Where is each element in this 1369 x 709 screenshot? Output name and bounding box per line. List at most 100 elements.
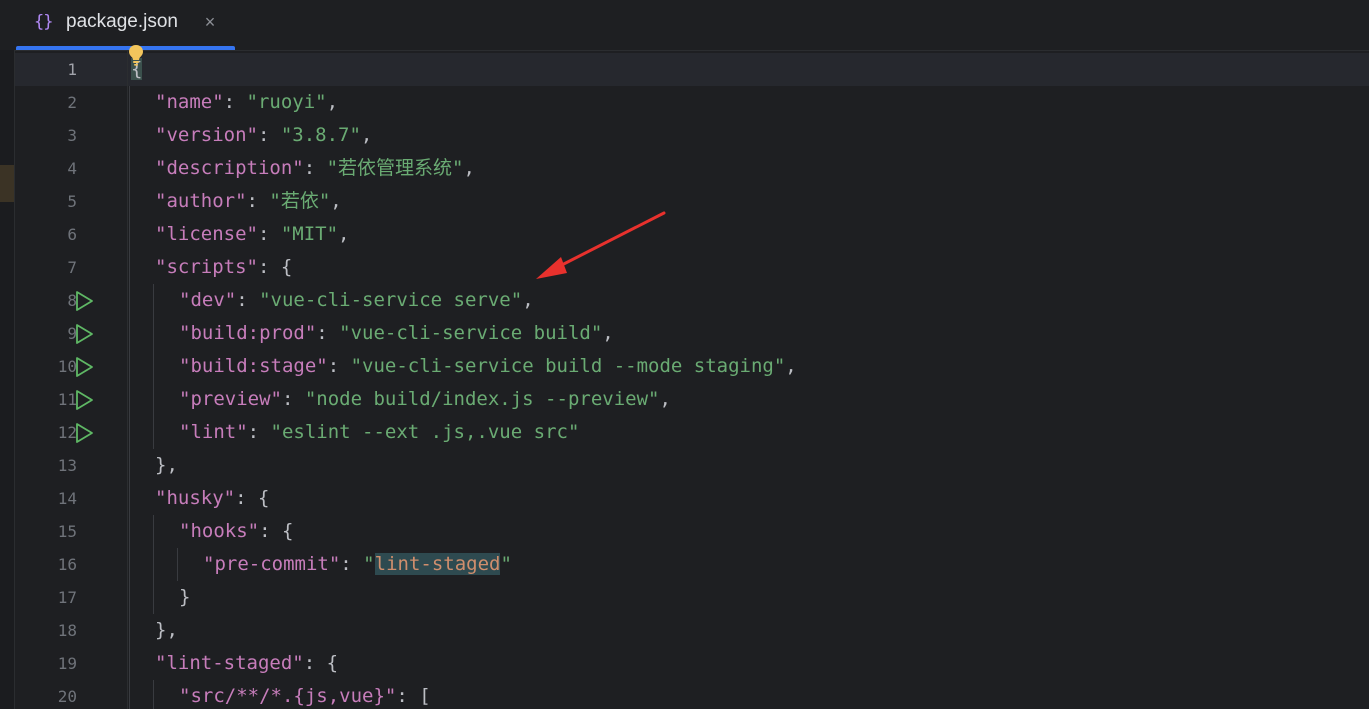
code-line[interactable]: 12 "lint": "eslint --ext .js,.vue src" <box>15 416 1369 449</box>
json-punctuation: : { <box>303 652 339 674</box>
json-punctuation: : <box>327 355 351 377</box>
code-text: "lint": "eslint --ext .js,.vue src" <box>179 416 579 449</box>
line-number: 16 <box>57 555 77 574</box>
line-number: 1 <box>67 60 77 79</box>
code-line[interactable]: 2 "name": "ruoyi", <box>15 86 1369 119</box>
json-string: "若依" <box>269 190 331 212</box>
json-string: "ruoyi" <box>246 91 327 113</box>
run-gutter-icon[interactable] <box>73 389 95 411</box>
line-number: 4 <box>67 159 77 178</box>
line-number: 20 <box>57 687 77 706</box>
json-punctuation: : <box>247 421 271 443</box>
json-punctuation: , <box>338 223 350 245</box>
json-string: " <box>500 553 512 575</box>
json-string: "node build/index.js --preview" <box>304 388 660 410</box>
json-string: "vue-cli-service serve" <box>259 289 523 311</box>
json-key: "build:prod" <box>179 322 317 344</box>
line-number: 10 <box>57 357 77 376</box>
code-line[interactable]: 8 "dev": "vue-cli-service serve", <box>15 284 1369 317</box>
code-text: "description": "若依管理系统", <box>155 152 475 185</box>
json-punctuation: : { <box>257 256 293 278</box>
code-line[interactable]: 3 "version": "3.8.7", <box>15 119 1369 152</box>
tab-title[interactable]: package.json <box>66 8 178 36</box>
line-number: 5 <box>67 192 77 211</box>
code-text: } <box>179 581 190 614</box>
json-string: "若依管理系统" <box>326 157 464 179</box>
json-punctuation: , <box>602 322 614 344</box>
json-key: "description" <box>155 157 304 179</box>
json-punctuation: : [ <box>396 685 431 707</box>
code-line[interactable]: 14 "husky": { <box>15 482 1369 515</box>
json-file-icon: {} <box>34 12 54 32</box>
json-punctuation: } <box>179 586 191 608</box>
code-line[interactable]: 5 "author": "若依", <box>15 185 1369 218</box>
code-line[interactable]: 11 "preview": "node build/index.js --prev… <box>15 383 1369 416</box>
json-key: "version" <box>155 124 258 146</box>
code-line[interactable]: 9 "build:prod": "vue-cli-service build", <box>15 317 1369 350</box>
code-text: "lint-staged": { <box>155 647 338 680</box>
json-punctuation: : <box>303 157 327 179</box>
line-number: 9 <box>67 324 77 343</box>
line-number: 7 <box>67 258 77 277</box>
code-line[interactable]: 18}, <box>15 614 1369 647</box>
code-text: "husky": { <box>155 482 269 515</box>
code-text: "scripts": { <box>155 251 292 284</box>
code-line[interactable]: 13}, <box>15 449 1369 482</box>
json-key: "name" <box>155 91 224 113</box>
line-number: 17 <box>57 588 77 607</box>
code-line[interactable]: 7 "scripts": { <box>15 251 1369 284</box>
code-line[interactable]: 1{ <box>15 53 1369 86</box>
json-punctuation: : <box>257 223 281 245</box>
json-key: "lint-staged" <box>155 652 304 674</box>
json-punctuation: : <box>316 322 340 344</box>
code-line[interactable]: 4 "description": "若依管理系统", <box>15 152 1369 185</box>
code-line[interactable]: 19 "lint-staged": { <box>15 647 1369 680</box>
run-gutter-icon[interactable] <box>73 323 95 345</box>
code-text: "hooks": { <box>179 515 293 548</box>
run-gutter-icon[interactable] <box>73 356 95 378</box>
editor-tab-bar: {} package.json × <box>0 0 1369 50</box>
json-key: "lint" <box>179 421 248 443</box>
line-number: 3 <box>67 126 77 145</box>
code-line[interactable]: 6 "license": "MIT", <box>15 218 1369 251</box>
code-text: "name": "ruoyi", <box>155 86 338 119</box>
json-key: "dev" <box>179 289 237 311</box>
json-punctuation: : <box>236 289 260 311</box>
line-number: 6 <box>67 225 77 244</box>
code-line[interactable]: 10 "build:stage": "vue-cli-service build … <box>15 350 1369 383</box>
code-line[interactable]: 16 "pre-commit": "lint-staged" <box>15 548 1369 581</box>
line-number: 11 <box>57 390 77 409</box>
json-punctuation: }, <box>155 454 178 476</box>
json-punctuation: , <box>785 355 797 377</box>
run-gutter-icon[interactable] <box>73 290 95 312</box>
code-line[interactable]: 17} <box>15 581 1369 614</box>
code-text: "src/**/*.{js,vue}": [ <box>179 680 431 709</box>
line-number: 8 <box>67 291 77 310</box>
json-key: "preview" <box>179 388 282 410</box>
json-key: "husky" <box>155 487 236 509</box>
close-icon[interactable]: × <box>200 9 220 35</box>
code-text: "version": "3.8.7", <box>155 119 372 152</box>
json-punctuation: }, <box>155 619 178 641</box>
json-key: "build:stage" <box>179 355 328 377</box>
left-tool-strip <box>0 0 15 709</box>
code-line[interactable]: 20 "src/**/*.{js,vue}": [ <box>15 680 1369 709</box>
line-number: 13 <box>57 456 77 475</box>
code-line[interactable]: 15 "hooks": { <box>15 515 1369 548</box>
code-text: "license": "MIT", <box>155 218 350 251</box>
code-editor[interactable]: 1{2 "name": "ruoyi", 3 "version": "3.8.7", 4… <box>15 51 1369 709</box>
json-key: "src/**/*.{js,vue}" <box>179 685 397 707</box>
json-punctuation: , <box>522 289 534 311</box>
code-text: "preview": "node build/index.js --previe… <box>179 383 671 416</box>
line-number: 19 <box>57 654 77 673</box>
run-gutter-icon[interactable] <box>73 422 95 444</box>
json-key: "hooks" <box>179 520 260 542</box>
code-text: "pre-commit": "lint-staged" <box>203 548 512 581</box>
json-punctuation: : <box>257 124 281 146</box>
json-string: "eslint --ext .js,.vue src" <box>270 421 580 443</box>
line-number: 2 <box>67 93 77 112</box>
lightbulb-intention-icon[interactable] <box>127 43 145 67</box>
line-number: 14 <box>57 489 77 508</box>
line-number: 12 <box>57 423 77 442</box>
json-punctuation: : <box>281 388 305 410</box>
